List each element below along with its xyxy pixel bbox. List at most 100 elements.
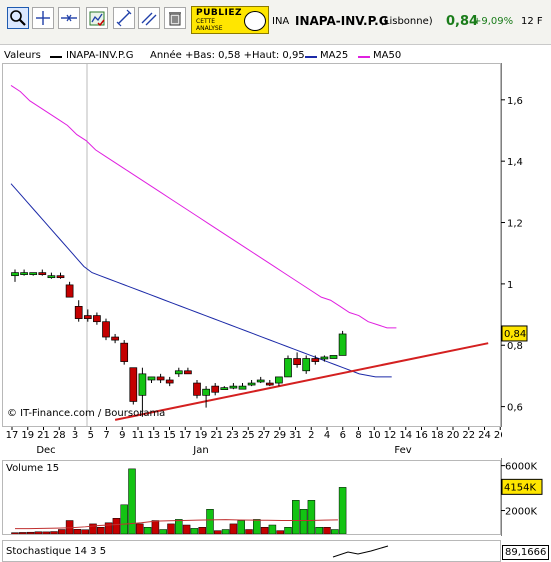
- volume-bar: [81, 529, 89, 534]
- x-tick-label: 21: [210, 430, 223, 441]
- candle-body: [20, 272, 28, 275]
- x-tick-label: 3: [72, 430, 78, 441]
- volume-bar: [159, 529, 167, 534]
- volume-chart: [11, 468, 347, 534]
- month-label: Dec: [36, 445, 55, 456]
- volume-bar: [206, 509, 214, 534]
- candle-body: [65, 284, 74, 298]
- zoom-tool-button[interactable]: [7, 7, 29, 29]
- legend-ma25: MA25: [320, 50, 349, 61]
- trend-line-button[interactable]: [113, 7, 135, 29]
- candle-body: [93, 315, 101, 323]
- volume-tick-label: 6000K: [505, 462, 537, 473]
- candle-body: [174, 370, 183, 375]
- month-label: Jan: [192, 445, 208, 456]
- symbol-short: INA: [272, 16, 290, 27]
- x-tick-label: 28: [53, 430, 66, 441]
- volume-bar: [260, 527, 269, 534]
- legend-label: Valeurs: [4, 50, 41, 61]
- volume-bar: [315, 527, 323, 534]
- volume-y-axis: 2000K 6000K 4154K: [501, 458, 543, 536]
- last-volume-tag: 4154K: [504, 482, 536, 493]
- price-tick-label: 0,6: [507, 403, 523, 414]
- volume-bar: [245, 529, 253, 534]
- ma25-line: [10, 183, 392, 378]
- candle-body: [202, 388, 210, 396]
- volume-bar: [198, 527, 206, 534]
- x-tick-label: 19: [21, 430, 34, 441]
- price-chart-panel[interactable]: © IT-Finance.com / Boursorama: [2, 63, 501, 427]
- x-tick-label: 29: [273, 430, 286, 441]
- volume-bar: [268, 524, 277, 534]
- candle-body: [83, 315, 92, 319]
- candle-body: [211, 385, 220, 393]
- x-tick-label: 18: [431, 430, 444, 441]
- candle-body: [29, 272, 38, 275]
- volume-bar: [143, 527, 152, 534]
- cursor-tool-button[interactable]: [32, 7, 54, 29]
- chart-check-icon: [89, 11, 105, 27]
- horizontal-line-icon: [61, 14, 77, 22]
- last-price-tag: 0,84: [504, 329, 526, 340]
- x-tick-label: 5: [88, 430, 94, 441]
- candle-body: [311, 358, 320, 362]
- horizontal-line-button[interactable]: [58, 7, 80, 29]
- volume-bar: [182, 524, 191, 534]
- x-tick-label: 20: [447, 430, 460, 441]
- volume-bar: [34, 531, 43, 534]
- volume-bar: [73, 529, 82, 534]
- delete-button[interactable]: [164, 7, 186, 29]
- x-tick-label: 17: [179, 430, 192, 441]
- x-tick-label: 12: [384, 430, 397, 441]
- candle-body: [284, 358, 292, 378]
- x-tick-label: 16: [415, 430, 428, 441]
- candle-body: [165, 379, 174, 384]
- volume-bar: [120, 504, 128, 534]
- legend-price-swatch: [50, 56, 62, 58]
- stochastic-line: [332, 545, 389, 558]
- volume-bar: [237, 520, 245, 534]
- candle-body: [11, 272, 19, 277]
- price-tick-label: 1,4: [507, 157, 523, 168]
- volume-bar: [97, 527, 105, 534]
- candle-body: [74, 306, 83, 319]
- indicator-button[interactable]: [86, 7, 108, 29]
- candle-body: [111, 336, 119, 341]
- speaker-icon: [244, 11, 266, 31]
- candle-body: [229, 385, 238, 389]
- candle-body: [256, 379, 265, 383]
- legend-symbol: INAPA-INV.P.G: [66, 50, 134, 61]
- volume-tick-label: 2000K: [505, 507, 537, 518]
- price-tick-label: 1,6: [507, 96, 523, 107]
- volume-bar: [307, 500, 316, 534]
- volume-bar: [175, 519, 183, 534]
- candle-body: [56, 275, 65, 279]
- price-chart[interactable]: © IT-Finance.com / Boursorama: [3, 64, 500, 426]
- x-tick-label: 26: [494, 430, 502, 441]
- trend-line-icon: [116, 9, 132, 27]
- legend-ma50: MA50: [373, 50, 402, 61]
- candle-body: [193, 382, 201, 396]
- x-tick-label: 22: [462, 430, 475, 441]
- parallel-lines-button[interactable]: [138, 7, 160, 29]
- volume-bar: [112, 518, 121, 534]
- x-tick-label: 25: [242, 430, 255, 441]
- legend-ma50-swatch: [358, 56, 370, 58]
- candle-body: [293, 358, 301, 365]
- x-tick-label: 19: [195, 430, 208, 441]
- candle-body: [238, 385, 247, 390]
- x-tick-label: 2: [308, 430, 314, 441]
- x-tick-label: 31: [289, 430, 302, 441]
- volume-bar: [11, 532, 19, 534]
- volume-bar: [221, 529, 230, 534]
- volume-bar: [276, 530, 284, 534]
- candle-body: [320, 356, 329, 360]
- x-tick-label: 11: [132, 430, 145, 441]
- volume-bar: [284, 527, 292, 534]
- volume-bar: [214, 530, 222, 534]
- candle-body: [265, 382, 274, 386]
- crosshair-icon: [36, 11, 50, 25]
- date-x-axis: 17 19 21 28 3 5 7 9 11 13 15 17 19 21 23 25 27 29 31 2 4 6 8 10…: [6, 427, 502, 456]
- publish-analysis-button[interactable]: PUBLIEZ CETTE ANALYSE: [191, 6, 269, 34]
- candle-body: [247, 382, 256, 386]
